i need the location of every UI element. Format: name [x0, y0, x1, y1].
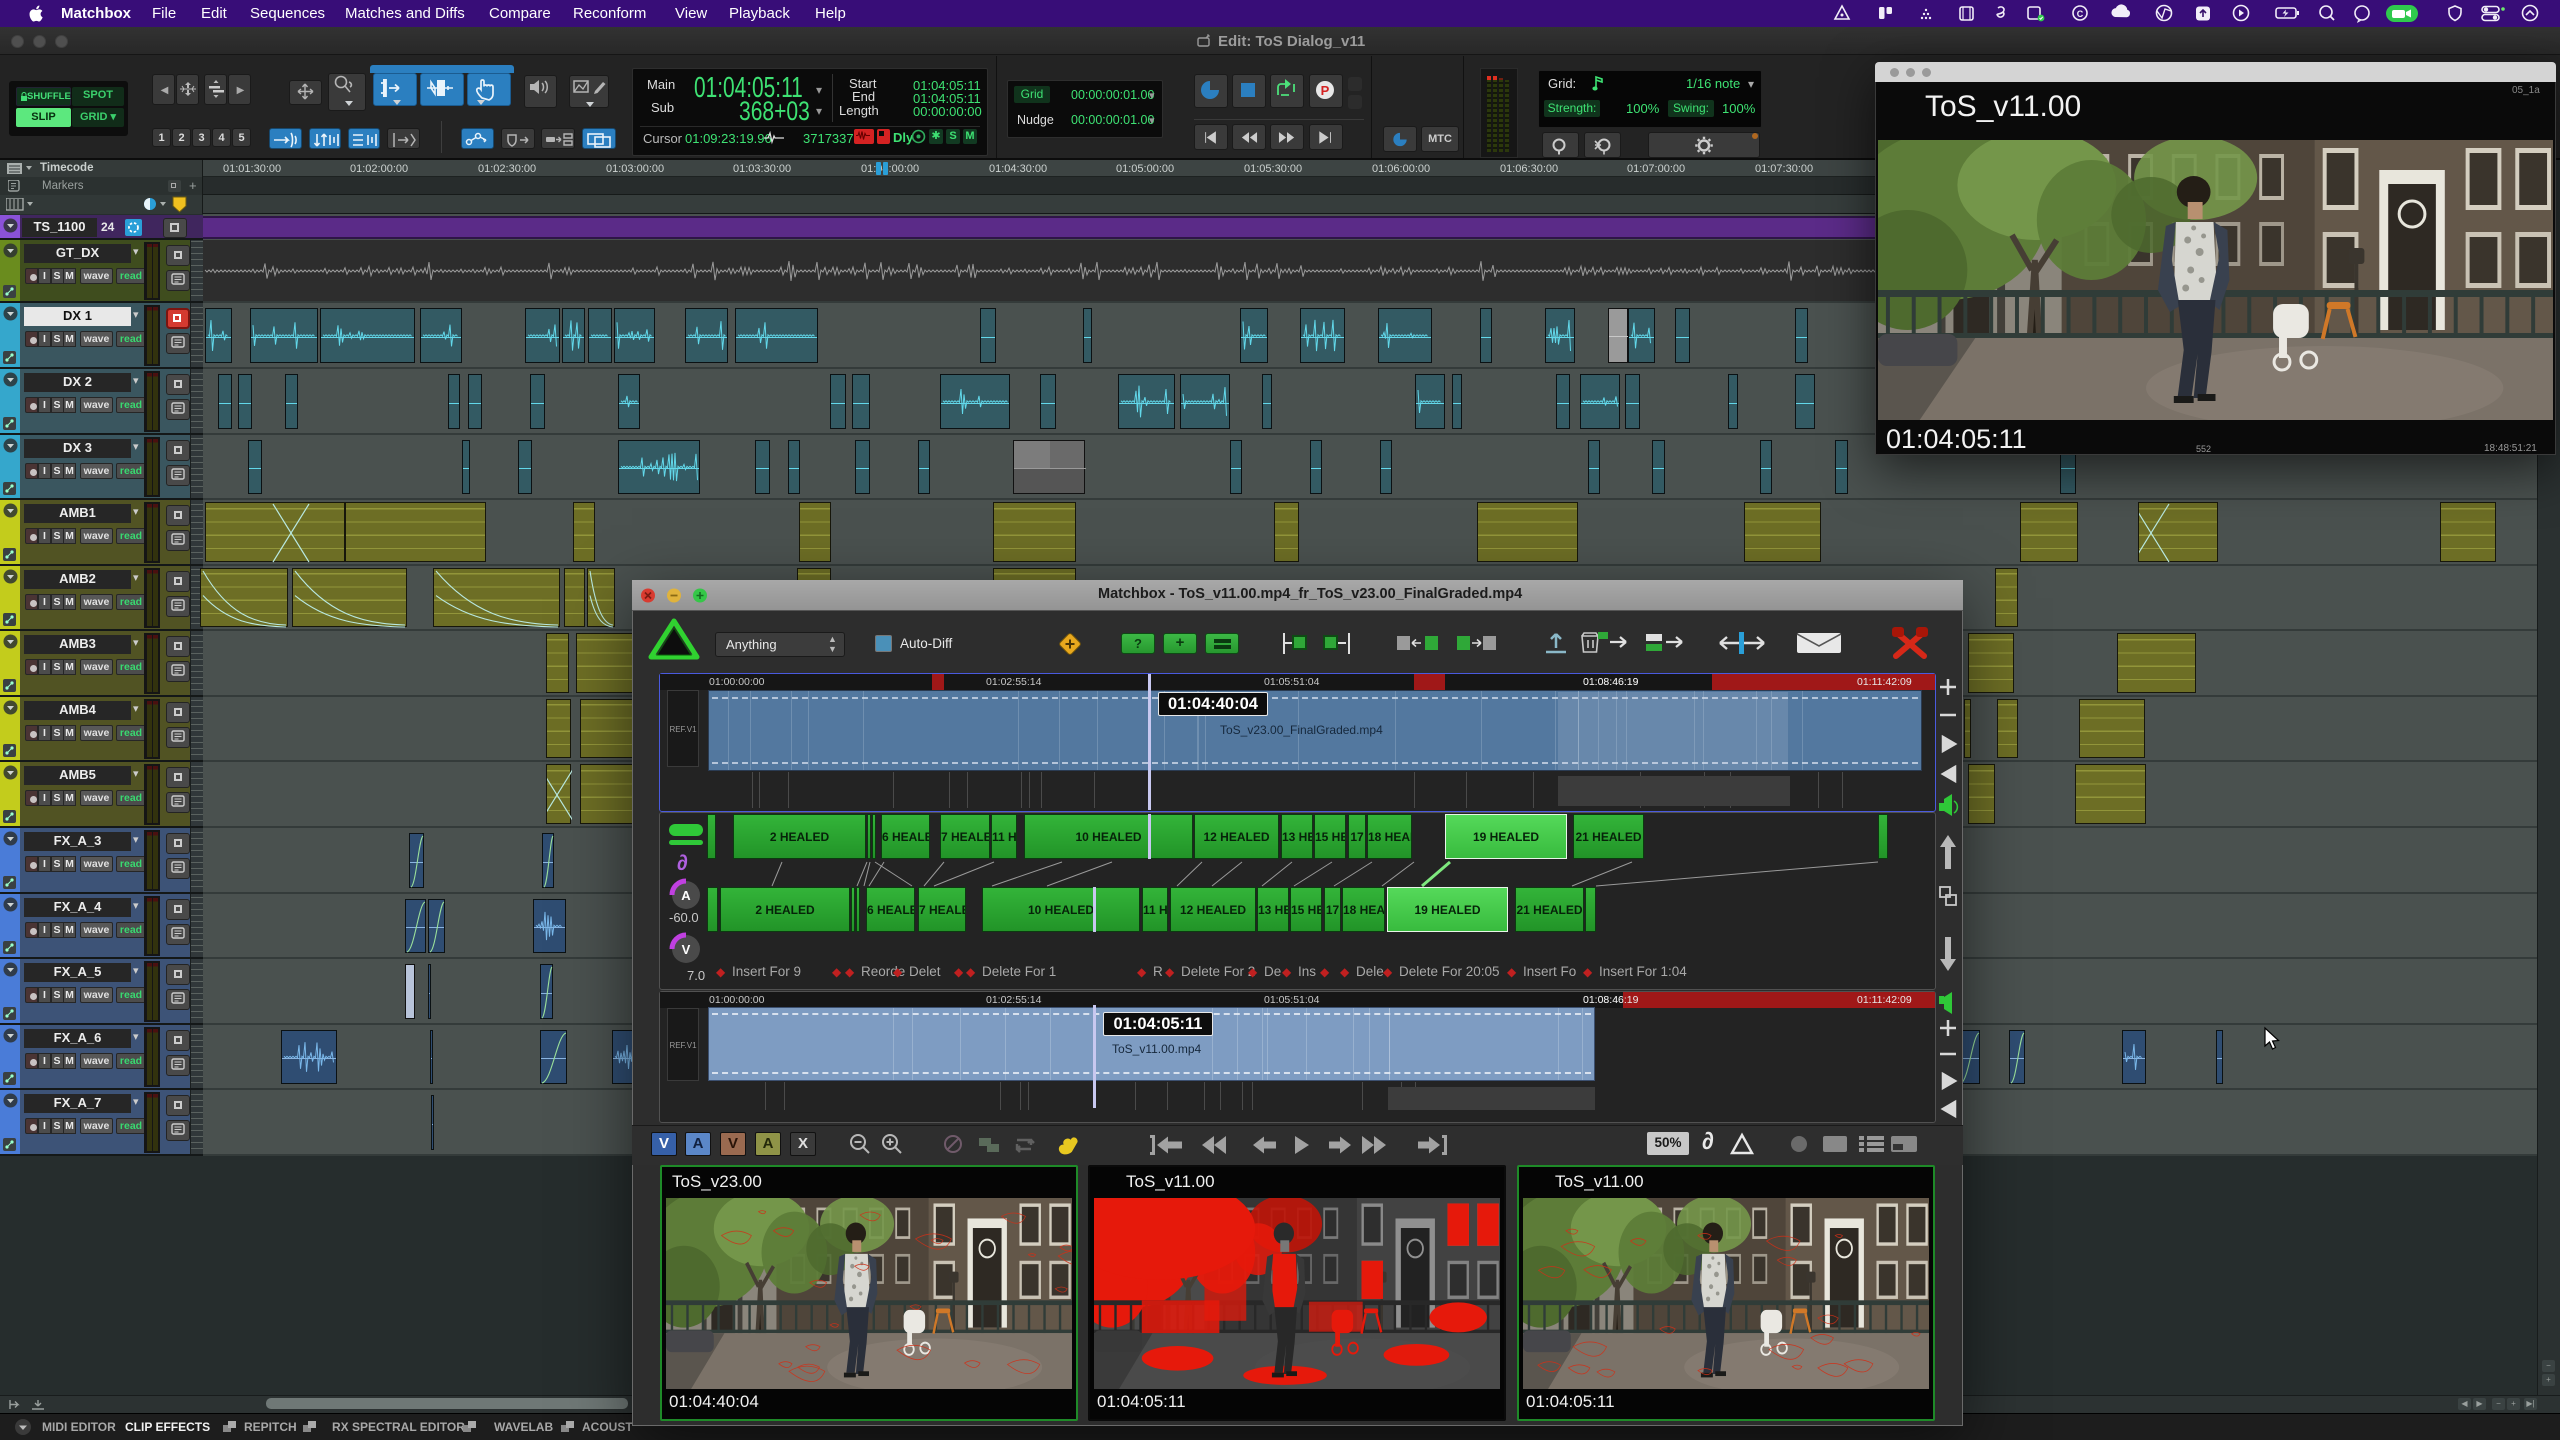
svg-text:V: V: [682, 942, 691, 957]
svg-text:C: C: [2077, 9, 2084, 19]
svg-text:A: A: [681, 888, 691, 903]
